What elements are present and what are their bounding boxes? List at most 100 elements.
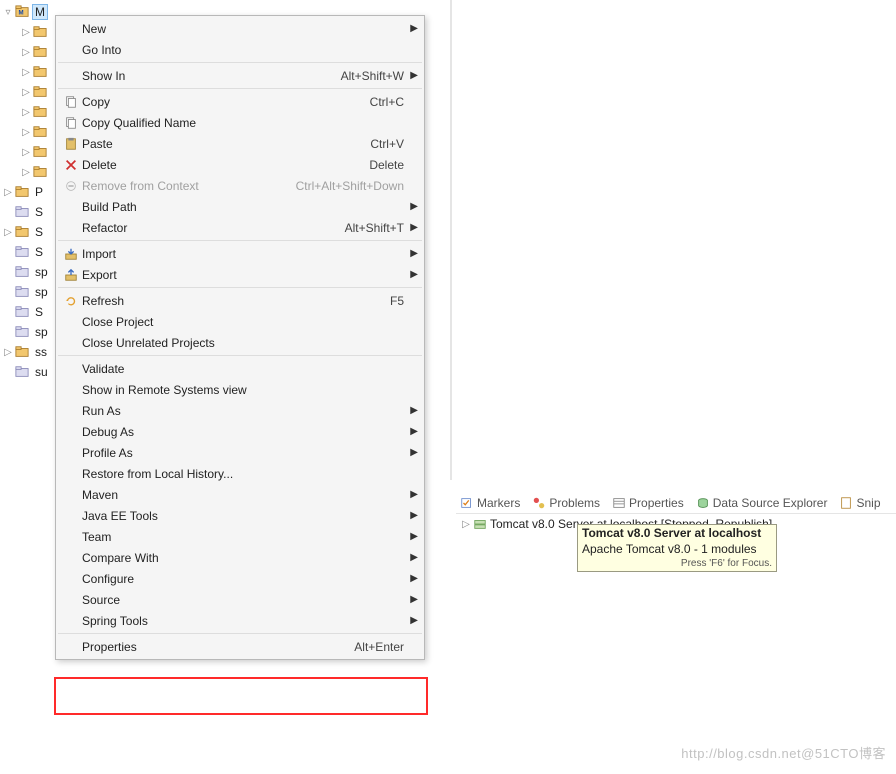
submenu-arrow-icon: ▶: [408, 552, 418, 563]
expand-arrow-icon[interactable]: ▷: [20, 87, 32, 98]
menu-item-label: Profile As: [82, 446, 404, 460]
menu-item-label: Paste: [82, 137, 370, 151]
submenu-arrow-icon: ▶: [408, 426, 418, 437]
watermark-text: http://blog.csdn.net@51CTO博客: [681, 743, 886, 762]
submenu-arrow-icon: ▶: [408, 222, 418, 233]
expand-arrow-icon[interactable]: ▷: [460, 519, 472, 530]
context-menu[interactable]: New ▶ Go Into Show InAlt+Shift+W▶ CopyCtrl+C…: [55, 15, 425, 660]
menu-item-accelerator: Ctrl+Alt+Shift+Down: [296, 179, 408, 193]
menu-item-profile-as[interactable]: Profile As▶: [56, 442, 424, 463]
menu-item-restore-from-local-history[interactable]: Restore from Local History...: [56, 463, 424, 484]
submenu-arrow-icon: ▶: [408, 269, 418, 280]
menu-item-compare-with[interactable]: Compare With▶: [56, 547, 424, 568]
submenu-arrow-icon: ▶: [408, 489, 418, 500]
submenu-arrow-icon: ▶: [408, 531, 418, 542]
menu-item-label: Show in Remote Systems view: [82, 383, 404, 397]
delete-icon: [60, 158, 82, 172]
vertical-sash[interactable]: [450, 0, 452, 480]
menu-item-properties[interactable]: PropertiesAlt+Enter: [56, 636, 424, 657]
menu-item-label: Configure: [82, 572, 404, 586]
properties-highlight-box: [54, 677, 428, 715]
menu-item-debug-as[interactable]: Debug As▶: [56, 421, 424, 442]
menu-item-label: Copy: [82, 95, 370, 109]
submenu-arrow-icon: ▶: [408, 615, 418, 626]
tab-label: Data Source Explorer: [713, 496, 828, 510]
menu-item-label: Validate: [82, 362, 404, 376]
menu-item-accelerator: Ctrl+V: [370, 137, 408, 151]
expand-arrow-icon[interactable]: ▷: [20, 127, 32, 138]
menu-item-refactor[interactable]: RefactorAlt+Shift+T▶: [56, 217, 424, 238]
tab-data-source-explorer[interactable]: Data Source Explorer: [692, 494, 832, 512]
svg-text:M: M: [19, 10, 24, 17]
menu-item-copy[interactable]: CopyCtrl+C: [56, 91, 424, 112]
menu-item-label: Build Path: [82, 200, 404, 214]
menu-item-accelerator: Delete: [369, 158, 408, 172]
tab-label: Snip: [856, 496, 880, 510]
expand-arrow-icon[interactable]: ▷: [20, 67, 32, 78]
expand-arrow-icon[interactable]: ▷: [2, 227, 14, 238]
expand-arrow-icon[interactable]: ▷: [2, 347, 14, 358]
tab-markers[interactable]: Markers: [456, 494, 524, 512]
copy-icon: [60, 95, 82, 109]
folder-icon: [14, 184, 30, 200]
menu-item-close-project[interactable]: Close Project: [56, 311, 424, 332]
menu-item-accelerator: Alt+Shift+T: [345, 221, 408, 235]
menu-item-source[interactable]: Source▶: [56, 589, 424, 610]
menu-item-label: Refresh: [82, 294, 390, 308]
menu-item-close-unrelated-projects[interactable]: Close Unrelated Projects: [56, 332, 424, 353]
folder-icon: [14, 204, 30, 220]
menu-item-team[interactable]: Team▶: [56, 526, 424, 547]
expand-arrow-icon[interactable]: ▷: [20, 167, 32, 178]
tree-item-label: sp: [32, 284, 51, 300]
menu-item-label: New: [82, 22, 404, 36]
menu-item-validate[interactable]: Validate: [56, 358, 424, 379]
tab-label: Properties: [629, 496, 684, 510]
menu-item-label: Java EE Tools: [82, 509, 404, 523]
menu-item-label: Spring Tools: [82, 614, 404, 628]
menu-item-configure[interactable]: Configure▶: [56, 568, 424, 589]
tooltip-hint: Press 'F6' for Focus.: [578, 557, 776, 571]
menu-item-build-path[interactable]: Build Path ▶: [56, 196, 424, 217]
expand-arrow-icon[interactable]: ▷: [20, 47, 32, 58]
paste-icon: [60, 137, 82, 151]
submenu-arrow-icon: ▶: [408, 23, 418, 34]
submenu-arrow-icon: ▶: [408, 70, 418, 81]
expand-arrow-icon[interactable]: ▿: [2, 7, 14, 18]
menu-item-go-into[interactable]: Go Into: [56, 39, 424, 60]
folder-icon: [14, 244, 30, 260]
tab-problems[interactable]: Problems: [528, 494, 604, 512]
expand-arrow-icon[interactable]: ▷: [20, 107, 32, 118]
menu-item-accelerator: Ctrl+C: [370, 95, 408, 109]
expand-arrow-icon[interactable]: ▷: [20, 27, 32, 38]
server-icon: [472, 516, 488, 532]
menu-item-label: Show In: [82, 69, 341, 83]
menu-item-import[interactable]: Import▶: [56, 243, 424, 264]
folder-icon: [14, 324, 30, 340]
menu-item-spring-tools[interactable]: Spring Tools ▶: [56, 610, 424, 631]
menu-item-delete[interactable]: DeleteDelete: [56, 154, 424, 175]
menu-item-new[interactable]: New ▶: [56, 18, 424, 39]
menu-item-show-in[interactable]: Show InAlt+Shift+W▶: [56, 65, 424, 86]
menu-item-label: Properties: [82, 640, 354, 654]
tree-item-label: su: [32, 364, 51, 380]
submenu-arrow-icon: ▶: [408, 201, 418, 212]
export-icon: [60, 268, 82, 282]
import-icon: [60, 247, 82, 261]
menu-item-export[interactable]: Export▶: [56, 264, 424, 285]
menu-item-run-as[interactable]: Run As▶: [56, 400, 424, 421]
tree-item-label: S: [32, 204, 46, 220]
menu-item-show-in-remote-systems-view[interactable]: Show in Remote Systems view: [56, 379, 424, 400]
menu-item-copy-qualified-name[interactable]: Copy Qualified Name: [56, 112, 424, 133]
expand-arrow-icon[interactable]: ▷: [20, 147, 32, 158]
menu-separator: [58, 88, 422, 89]
tree-item-label: P: [32, 184, 46, 200]
tab-snippets[interactable]: Snip: [835, 494, 884, 512]
menu-separator: [58, 62, 422, 63]
expand-arrow-icon[interactable]: ▷: [2, 187, 14, 198]
menu-item-java-ee-tools[interactable]: Java EE Tools▶: [56, 505, 424, 526]
tab-properties[interactable]: Properties: [608, 494, 688, 512]
menu-item-refresh[interactable]: RefreshF5: [56, 290, 424, 311]
menu-item-paste[interactable]: PasteCtrl+V: [56, 133, 424, 154]
menu-item-maven[interactable]: Maven▶: [56, 484, 424, 505]
tree-item-label: S: [32, 304, 46, 320]
